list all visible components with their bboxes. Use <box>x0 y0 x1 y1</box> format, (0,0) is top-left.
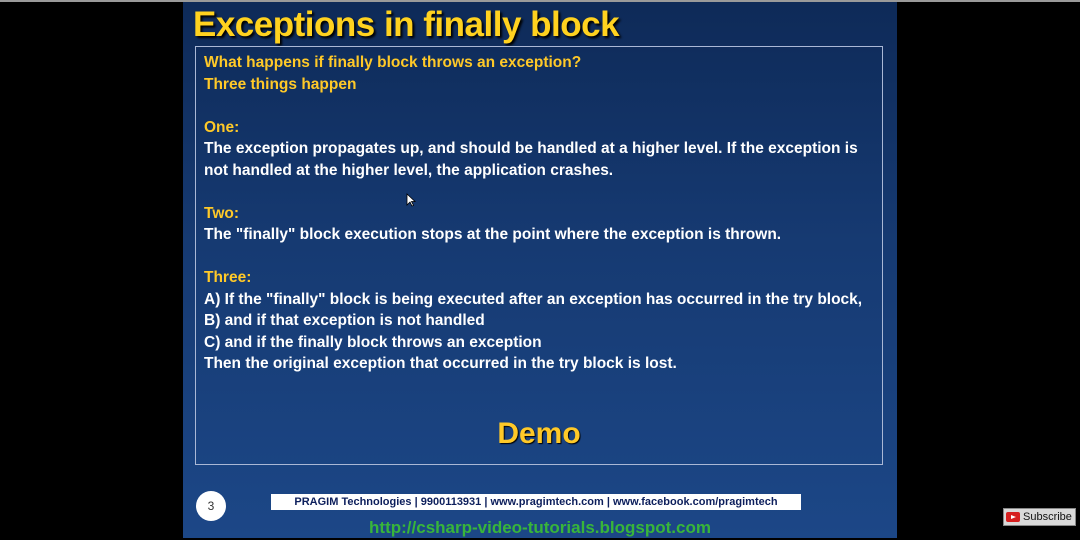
slide-content: What happens if finally block throws an … <box>204 52 872 375</box>
point-three-heading: Three: <box>204 269 252 286</box>
page-number: 3 <box>196 491 226 521</box>
point-two-text: The "finally" block execution stops at t… <box>204 226 782 243</box>
point-two-heading: Two: <box>204 204 240 222</box>
subscribe-button[interactable]: Subscribe <box>1003 508 1076 526</box>
mouse-pointer-icon <box>406 193 416 207</box>
subscribe-label: Subscribe <box>1023 511 1072 523</box>
slide-title: Exceptions in finally block <box>193 5 620 44</box>
demo-label: Demo <box>497 417 581 450</box>
point-three-a: A) If the "finally" block is being execu… <box>204 290 863 308</box>
question-text: What happens if finally block throws an … <box>204 54 582 71</box>
footer-url: http://csharp-video-tutorials.blogspot.c… <box>369 518 711 537</box>
point-one-text: The exception propagates up, and should … <box>204 140 858 179</box>
youtube-icon <box>1006 512 1020 522</box>
point-one-heading: One: <box>204 118 240 136</box>
footer-bar: PRAGIM Technologies | 9900113931 | www.p… <box>271 494 801 510</box>
point-three-c: C) and if the finally block throws an ex… <box>204 333 542 351</box>
content-panel: What happens if finally block throws an … <box>195 46 883 465</box>
point-three-conclusion: Then the original exception that occurre… <box>204 355 677 372</box>
point-three-b: B) and if that exception is not handled <box>204 312 485 329</box>
intro-text: Three things happen <box>204 75 357 93</box>
presentation-slide: Exceptions in finally block What happens… <box>183 2 897 538</box>
